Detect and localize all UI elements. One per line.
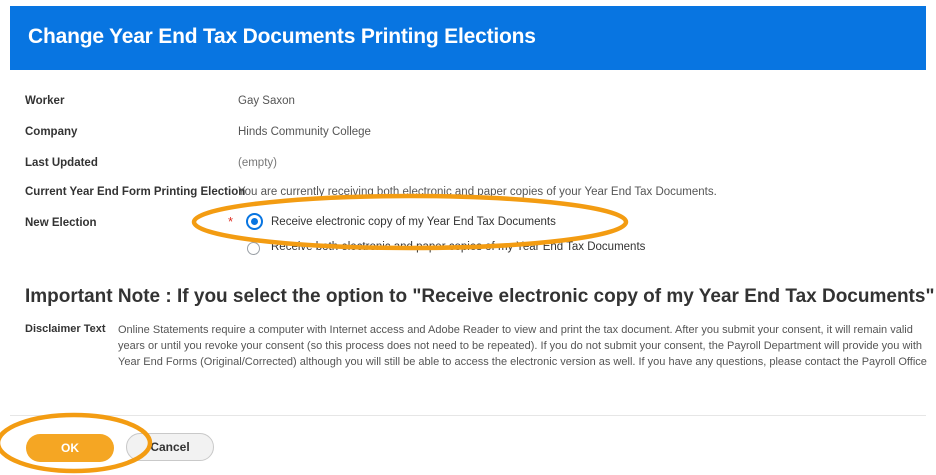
company-label: Company	[25, 126, 78, 138]
last-updated-value: (empty)	[238, 157, 277, 169]
new-election-label: New Election	[25, 217, 97, 229]
page-header: Change Year End Tax Documents Printing E…	[10, 6, 926, 70]
current-election-label: Current Year End Form Printing Election	[25, 186, 246, 198]
radio-electronic-and-paper-label[interactable]: Receive both electronic and paper copies…	[271, 241, 645, 253]
annotation-overlay	[0, 193, 629, 474]
disclaimer-text: Online Statements require a computer wit…	[118, 322, 936, 370]
disclaimer-line: Online Statements require a computer wit…	[118, 324, 913, 336]
worker-label: Worker	[25, 95, 65, 107]
disclaimer-label: Disclaimer Text	[25, 323, 106, 335]
last-updated-label: Last Updated	[25, 157, 98, 169]
disclaimer-line: Year End Forms (Original/Corrected) alth…	[118, 356, 927, 368]
required-marker: *	[228, 214, 234, 229]
worker-value[interactable]: Gay Saxon	[238, 95, 295, 107]
important-note-heading: Important Note : If you select the optio…	[25, 286, 936, 307]
disclaimer-line: years or until you revoke your consent (…	[118, 340, 923, 352]
ok-button[interactable]: OK	[26, 434, 114, 462]
radio-electronic-only[interactable]	[246, 213, 263, 230]
page-title: Change Year End Tax Documents Printing E…	[28, 25, 536, 48]
company-value[interactable]: Hinds Community College	[238, 126, 371, 138]
footer-divider	[10, 415, 926, 416]
cancel-button[interactable]: Cancel	[126, 433, 214, 461]
radio-electronic-and-paper[interactable]	[247, 242, 260, 255]
radio-electronic-only-label[interactable]: Receive electronic copy of my Year End T…	[271, 216, 556, 228]
current-election-value: You are currently receiving both electro…	[238, 186, 717, 198]
radio-selected-dot	[251, 218, 258, 225]
